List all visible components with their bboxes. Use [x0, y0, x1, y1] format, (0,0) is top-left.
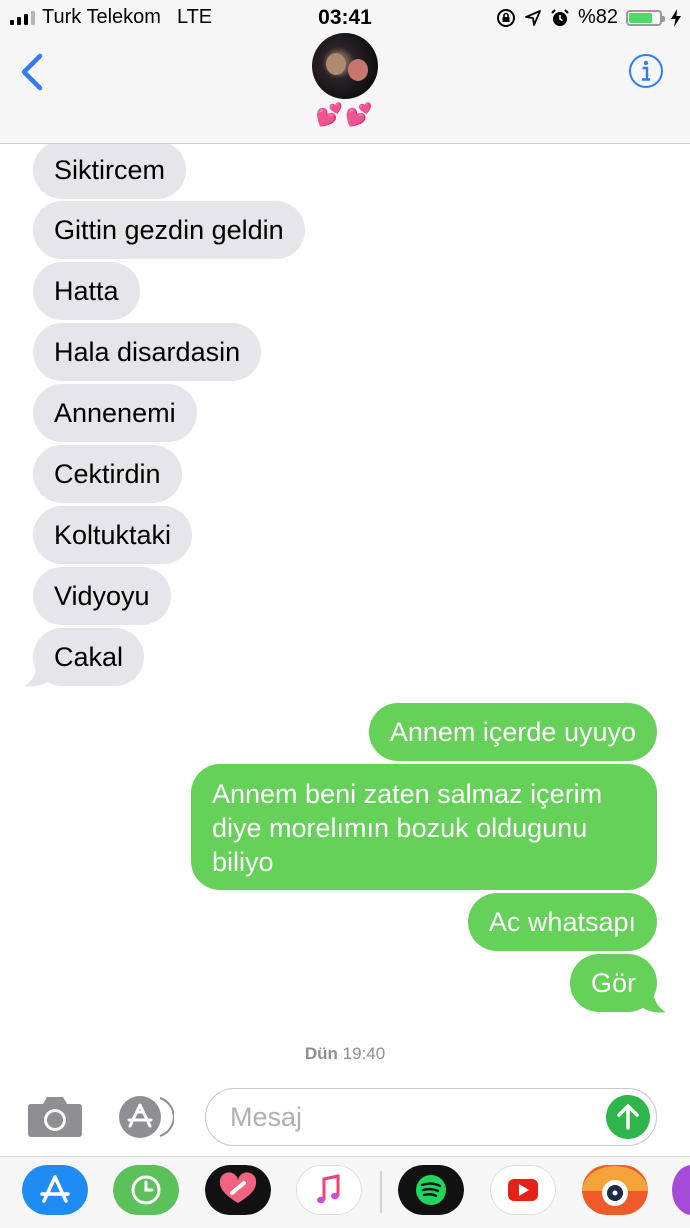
timestamp-time: 19:40 — [342, 1044, 386, 1063]
incoming-message[interactable]: Cektirdin — [33, 445, 182, 503]
contact-name[interactable]: 💕💕 — [0, 102, 690, 128]
message-timestamp: Dün 19:40 — [0, 1044, 690, 1064]
message-input[interactable] — [228, 1089, 592, 1146]
location-arrow-icon — [525, 9, 541, 26]
chevron-left-icon[interactable] — [16, 52, 52, 92]
message-input-bar — [0, 1074, 690, 1156]
orientation-lock-icon — [496, 8, 515, 27]
outgoing-message[interactable]: Annem içerde uyuyo — [368, 703, 657, 761]
message-thread[interactable]: Siktircem Gittin gezdin geldin Hatta Hal… — [0, 144, 690, 1074]
digital-touch-heart-icon[interactable] — [205, 1165, 271, 1215]
battery-icon — [626, 9, 665, 26]
charging-bolt-icon — [671, 8, 681, 27]
imessage-app-drawer — [0, 1156, 690, 1228]
app-store-icon[interactable] — [116, 1096, 174, 1138]
conversation-header: 💕💕 — [0, 33, 690, 144]
battery-percent: %82 — [577, 6, 618, 28]
incoming-message[interactable]: Siktircem — [33, 144, 187, 199]
incoming-bubble-tail — [24, 658, 52, 687]
incoming-message[interactable]: Vidyoyu — [33, 567, 171, 625]
screen-time-clock-icon[interactable] — [113, 1165, 179, 1215]
info-icon[interactable] — [628, 53, 664, 89]
status-right: %82 — [496, 6, 682, 29]
camera-lens-app-icon[interactable] — [582, 1165, 648, 1215]
alarm-clock-icon — [551, 8, 569, 26]
outgoing-message[interactable]: Annem beni zaten salmaz içerim diye more… — [191, 764, 657, 890]
incoming-message[interactable]: Gittin gezdin geldin — [33, 201, 305, 259]
send-arrow-up-icon[interactable] — [606, 1095, 650, 1139]
status-bar: Turk Telekom LTE 03:41 %82 — [0, 0, 690, 34]
drawer-separator — [380, 1171, 382, 1213]
outgoing-message[interactable]: Ac whatsapı — [467, 893, 657, 951]
contact-avatar[interactable] — [312, 33, 378, 99]
incoming-message[interactable]: Hatta — [33, 262, 140, 320]
incoming-message[interactable]: Hala disardasin — [33, 323, 262, 381]
incoming-message[interactable]: Annenemi — [33, 384, 197, 442]
message-input-field[interactable] — [205, 1088, 657, 1146]
camera-icon[interactable] — [27, 1094, 83, 1138]
spotify-icon[interactable] — [398, 1165, 464, 1215]
outgoing-bubble-tail — [638, 984, 666, 1013]
purple-app-icon[interactable] — [672, 1165, 690, 1215]
timestamp-day: Dün — [304, 1044, 338, 1063]
incoming-message[interactable]: Koltuktaki — [33, 506, 193, 564]
app-store-icon[interactable] — [22, 1165, 88, 1215]
youtube-icon[interactable] — [490, 1165, 556, 1215]
music-note-icon[interactable] — [296, 1165, 362, 1215]
